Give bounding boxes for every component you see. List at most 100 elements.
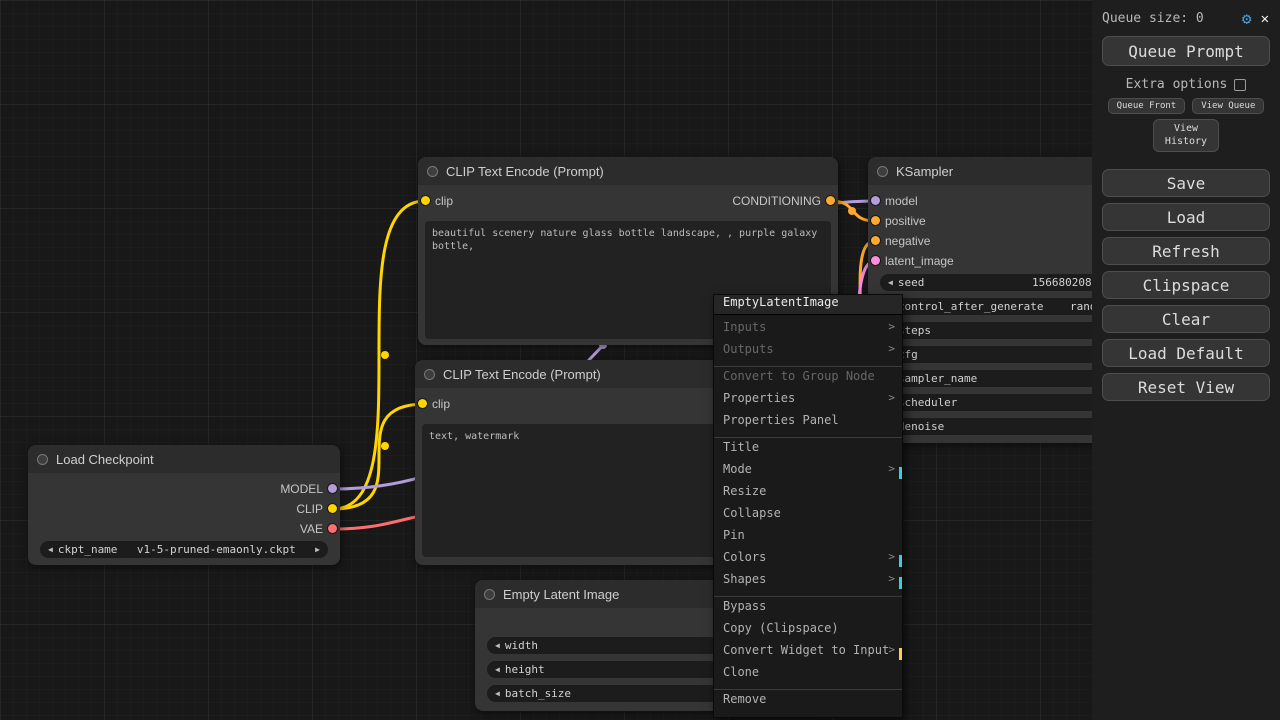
menu-item-properties-panel[interactable]: Properties Panel: [714, 413, 902, 435]
cfg-widget[interactable]: ◀ cfg: [880, 346, 1106, 363]
scheduler-widget[interactable]: ◀ scheduler: [880, 394, 1106, 411]
denoise-widget[interactable]: ◀ denoise: [880, 418, 1106, 435]
node-title: CLIP Text Encode (Prompt): [446, 163, 604, 179]
context-menu-title: EmptyLatentImage: [714, 295, 902, 315]
prev-arrow-icon[interactable]: ◀: [48, 541, 53, 558]
sampler-name-widget[interactable]: ◀ sampler_name: [880, 370, 1106, 387]
extra-options-row: Extra options: [1092, 77, 1280, 92]
menu-item-convert-widget-to-input[interactable]: Convert Widget to Input >: [714, 643, 902, 665]
menu-item-pin[interactable]: Pin: [714, 528, 902, 550]
steps-widget[interactable]: ◀ steps: [880, 322, 1106, 339]
menu-separator: [714, 437, 902, 438]
prev-arrow-icon[interactable]: ◀: [495, 685, 500, 702]
node-title-bar[interactable]: KSampler: [868, 157, 1118, 185]
comfy-menu-panel: Queue size: 0 ⚙ ✕ Queue Prompt Extra opt…: [1092, 0, 1280, 720]
submenu-arrow-icon: >: [888, 391, 895, 404]
submenu-arrow-icon: >: [888, 550, 895, 563]
action-buttons: Save Load Refresh Clipspace Clear Load D…: [1092, 169, 1280, 401]
submenu-arrow-icon: >: [888, 572, 895, 585]
menu-item-clone[interactable]: Clone: [714, 665, 902, 687]
output-slot-clip: CLIP: [28, 501, 340, 517]
menu-item-inputs[interactable]: Inputs >: [714, 320, 902, 342]
prev-arrow-icon[interactable]: ◀: [495, 661, 500, 678]
prev-arrow-icon[interactable]: ◀: [495, 637, 500, 654]
load-button[interactable]: Load: [1102, 203, 1270, 231]
extra-options-label: Extra options: [1125, 77, 1228, 92]
ckpt-name-widget[interactable]: ◀ ckpt_name v1-5-pruned-emaonly.ckpt ▶: [40, 541, 328, 558]
queue-buttons-row: Queue Front View Queue: [1092, 98, 1280, 114]
next-arrow-icon[interactable]: ▶: [315, 541, 320, 558]
input-slot-model: model: [868, 193, 1118, 209]
input-slot-negative: negative: [868, 233, 1118, 249]
model-slot-dot[interactable]: [871, 196, 880, 205]
settings-gear-icon[interactable]: ⚙: [1242, 9, 1252, 28]
clip-slot-dot[interactable]: [328, 504, 337, 513]
conditioning-slot-dot[interactable]: [871, 216, 880, 225]
menu-separator: [714, 596, 902, 597]
view-queue-button[interactable]: View Queue: [1192, 98, 1265, 114]
seed-widget[interactable]: ◀ seed 156680208: [880, 274, 1106, 291]
submenu-accent-mark: [899, 577, 902, 589]
node-collapse-dot[interactable]: [484, 588, 495, 600]
node-title: Load Checkpoint: [56, 451, 154, 467]
model-slot-dot[interactable]: [328, 484, 337, 493]
seed-value: 156680208: [1032, 276, 1092, 289]
node-title: Empty Latent Image: [503, 586, 620, 602]
submenu-arrow-icon: >: [888, 643, 895, 656]
view-history-button[interactable]: View History: [1153, 119, 1219, 152]
submenu-arrow-icon: >: [888, 342, 895, 355]
node-title: CLIP Text Encode (Prompt): [443, 366, 601, 382]
queue-prompt-button[interactable]: Queue Prompt: [1102, 36, 1270, 66]
node-load-checkpoint[interactable]: Load Checkpoint MODEL CLIP VAE ◀ ckpt_na…: [28, 445, 340, 565]
menu-item-outputs[interactable]: Outputs >: [714, 342, 902, 364]
input-slot-positive: positive: [868, 213, 1118, 229]
menu-item-title[interactable]: Title: [714, 440, 902, 462]
control-after-generate-widget[interactable]: ◀ control_after_generate randomize: [880, 298, 1130, 315]
view-history-row: View History: [1092, 119, 1280, 152]
close-icon[interactable]: ✕: [1261, 11, 1269, 27]
conditioning-slot-dot[interactable]: [871, 236, 880, 245]
output-slot-vae: VAE: [28, 521, 340, 537]
latent-slot-dot[interactable]: [871, 256, 880, 265]
queue-size-label: Queue size: 0: [1102, 11, 1204, 26]
menu-separator: [714, 689, 902, 690]
node-ksampler[interactable]: KSampler model positive negative latent_…: [868, 157, 1130, 443]
submenu-arrow-icon: >: [888, 462, 895, 475]
save-button[interactable]: Save: [1102, 169, 1270, 197]
output-slot-conditioning: CONDITIONING: [418, 193, 838, 209]
extra-options-checkbox[interactable]: [1234, 78, 1247, 91]
menu-separator: [714, 366, 902, 367]
menu-item-resize[interactable]: Resize: [714, 484, 902, 506]
menu-item-properties[interactable]: Properties >: [714, 391, 902, 413]
app-root: Load Checkpoint MODEL CLIP VAE ◀ ckpt_na…: [0, 0, 1280, 720]
queue-front-button[interactable]: Queue Front: [1107, 98, 1186, 114]
menu-item-convert-to-group-node[interactable]: Convert to Group Node: [714, 369, 902, 391]
menu-item-copy-clipspace[interactable]: Copy (Clipspace): [714, 621, 902, 643]
node-title-bar[interactable]: CLIP Text Encode (Prompt): [418, 157, 838, 185]
vae-slot-dot[interactable]: [328, 524, 337, 533]
conditioning-slot-dot[interactable]: [826, 196, 835, 205]
menu-item-bypass[interactable]: Bypass: [714, 599, 902, 621]
graph-canvas[interactable]: Load Checkpoint MODEL CLIP VAE ◀ ckpt_na…: [0, 0, 1280, 720]
menu-item-collapse[interactable]: Collapse: [714, 506, 902, 528]
input-slot-latent-image: latent_image: [868, 253, 1118, 269]
link-dot: [381, 351, 389, 359]
node-collapse-dot[interactable]: [877, 165, 888, 177]
menu-item-colors[interactable]: Colors >: [714, 550, 902, 572]
menu-item-shapes[interactable]: Shapes >: [714, 572, 902, 594]
prev-arrow-icon[interactable]: ◀: [888, 274, 893, 291]
load-default-button[interactable]: Load Default: [1102, 339, 1270, 367]
node-collapse-dot[interactable]: [37, 453, 48, 465]
refresh-button[interactable]: Refresh: [1102, 237, 1270, 265]
link-dot: [848, 207, 856, 215]
submenu-accent-mark: [899, 648, 902, 660]
node-title-bar[interactable]: Load Checkpoint: [28, 445, 340, 473]
node-collapse-dot[interactable]: [424, 368, 435, 380]
reset-view-button[interactable]: Reset View: [1102, 373, 1270, 401]
menu-item-mode[interactable]: Mode >: [714, 462, 902, 484]
clear-button[interactable]: Clear: [1102, 305, 1270, 333]
node-collapse-dot[interactable]: [427, 165, 438, 177]
menu-item-remove[interactable]: Remove: [714, 692, 902, 714]
submenu-accent-mark: [899, 555, 902, 567]
clipspace-button[interactable]: Clipspace: [1102, 271, 1270, 299]
